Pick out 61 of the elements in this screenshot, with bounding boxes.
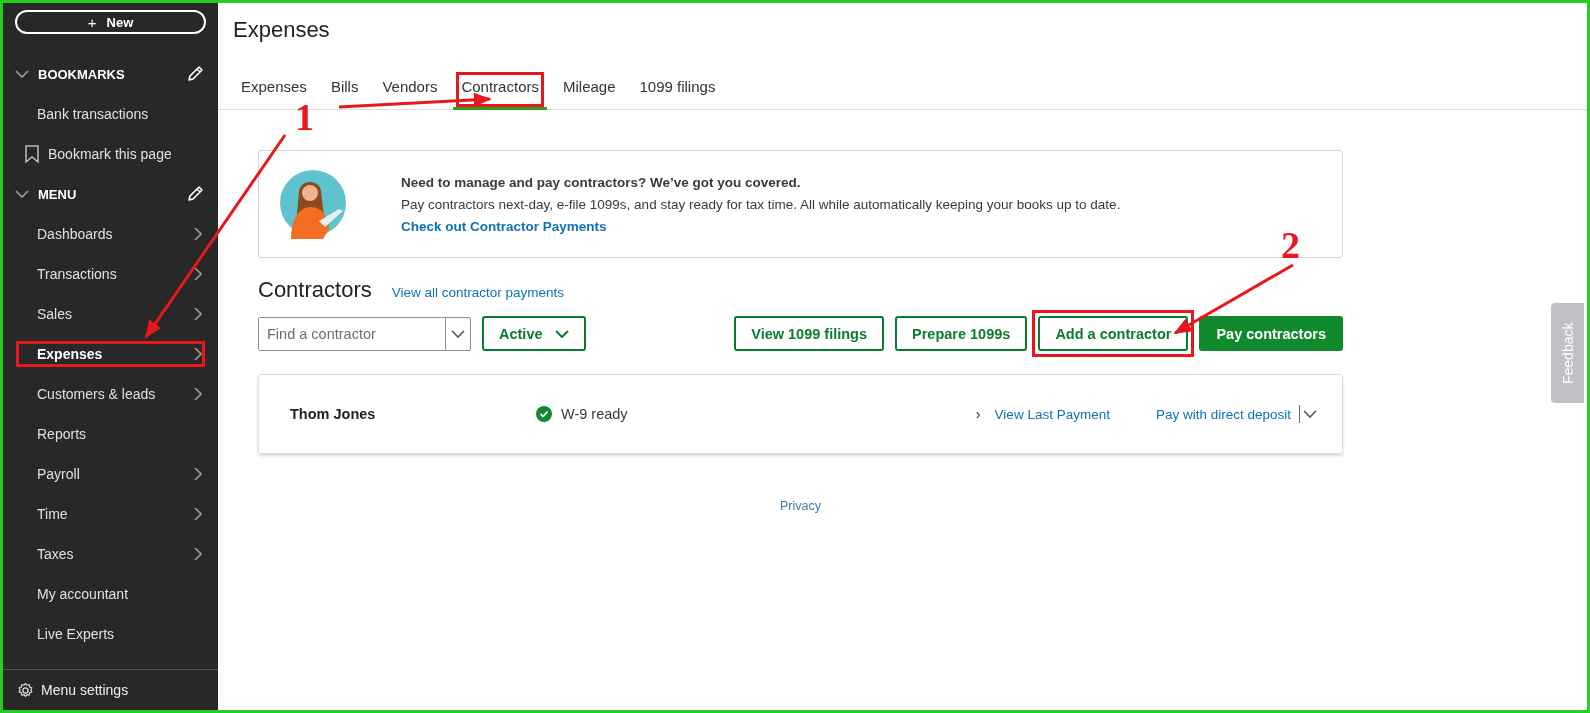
annotation-number: 1 (295, 95, 314, 139)
chevron-down-icon (554, 329, 569, 338)
action-button[interactable]: Pay contractors (1199, 316, 1343, 351)
chevron-down-icon (451, 329, 465, 338)
contractor-name[interactable]: Thom Jones (290, 406, 536, 422)
chevron-right-icon (194, 387, 202, 401)
chevron-down-icon[interactable] (1303, 410, 1317, 418)
privacy-link[interactable]: Privacy (780, 499, 821, 513)
nav-item[interactable]: Time (9, 494, 212, 534)
chevron-right-icon (194, 467, 202, 481)
chevron-text: › (975, 406, 981, 422)
chevron-right-icon (194, 347, 202, 361)
nav-item[interactable]: Customers & leads (9, 374, 212, 414)
status-text: W-9 ready (561, 406, 628, 422)
chevron-right-icon (194, 267, 202, 281)
tab[interactable]: Bills (322, 69, 367, 110)
annotation-number: 2 (1281, 223, 1300, 267)
tab[interactable]: Contractors (453, 69, 547, 110)
bookmark-icon (25, 145, 39, 163)
nav-item[interactable]: Bank transactions (9, 94, 212, 134)
view-last-payment-link[interactable]: View Last Payment (994, 406, 1110, 422)
promo-link[interactable]: Check out Contractor Payments (401, 218, 1121, 234)
chevron-right-icon (194, 227, 202, 241)
menu-settings-link[interactable]: Menu settings (3, 669, 218, 710)
pencil-icon[interactable] (186, 65, 204, 83)
promo-text: Pay contractors next-day, e-file 1099s, and stay ready for tax time. All while automatically keeping your books up to date. (401, 196, 1121, 212)
chevron-icon[interactable] (15, 190, 29, 198)
chevron-right-icon (194, 547, 202, 561)
nav-item[interactable]: Taxes (9, 534, 212, 574)
gear-icon (17, 681, 34, 699)
chevron-icon[interactable] (15, 70, 29, 78)
tab[interactable]: 1099 filings (631, 69, 724, 110)
action-button[interactable]: Prepare 1099s (895, 316, 1028, 351)
section-title: MENU (38, 186, 78, 202)
nav-item[interactable]: Bookmark this page (9, 134, 212, 174)
tab[interactable]: Mileage (554, 69, 624, 110)
person-with-laptop-illustration (279, 169, 349, 239)
view-payments-link[interactable]: View all contractor payments (391, 285, 565, 300)
section-title: BOOKMARKS (38, 66, 126, 82)
nav-item[interactable]: Expenses (9, 334, 212, 374)
nav-item[interactable]: Reports (9, 414, 212, 454)
nav-item[interactable]: Payroll (9, 454, 212, 494)
chevron-right-icon (194, 307, 202, 321)
nav-item[interactable]: My accountant (9, 574, 212, 614)
check-circle-icon (536, 406, 552, 422)
action-button[interactable]: Add a contractor (1038, 316, 1189, 351)
pay-direct-deposit-link[interactable]: Pay with direct deposit (1155, 406, 1291, 422)
nav-item[interactable]: Live Experts (9, 614, 212, 654)
section-title: Contractors (258, 277, 372, 303)
action-button[interactable]: View 1099 filings (734, 316, 884, 351)
nav-item[interactable]: Dashboards (9, 214, 212, 254)
search-field[interactable]: Find a contractor (258, 316, 471, 351)
new-button[interactable]: + New (15, 10, 206, 34)
nav-item[interactable]: Sales (9, 294, 212, 334)
pencil-icon[interactable] (186, 185, 204, 203)
page-title: Expenses (233, 17, 331, 43)
nav-item[interactable]: Transactions (9, 254, 212, 294)
promo-heading: Need to manage and pay contractors? We’ve got you covered. (401, 174, 802, 190)
tab[interactable]: Vendors (374, 69, 446, 110)
chevron-right-icon (194, 507, 202, 521)
filter-dropdown[interactable]: Active (482, 316, 586, 351)
